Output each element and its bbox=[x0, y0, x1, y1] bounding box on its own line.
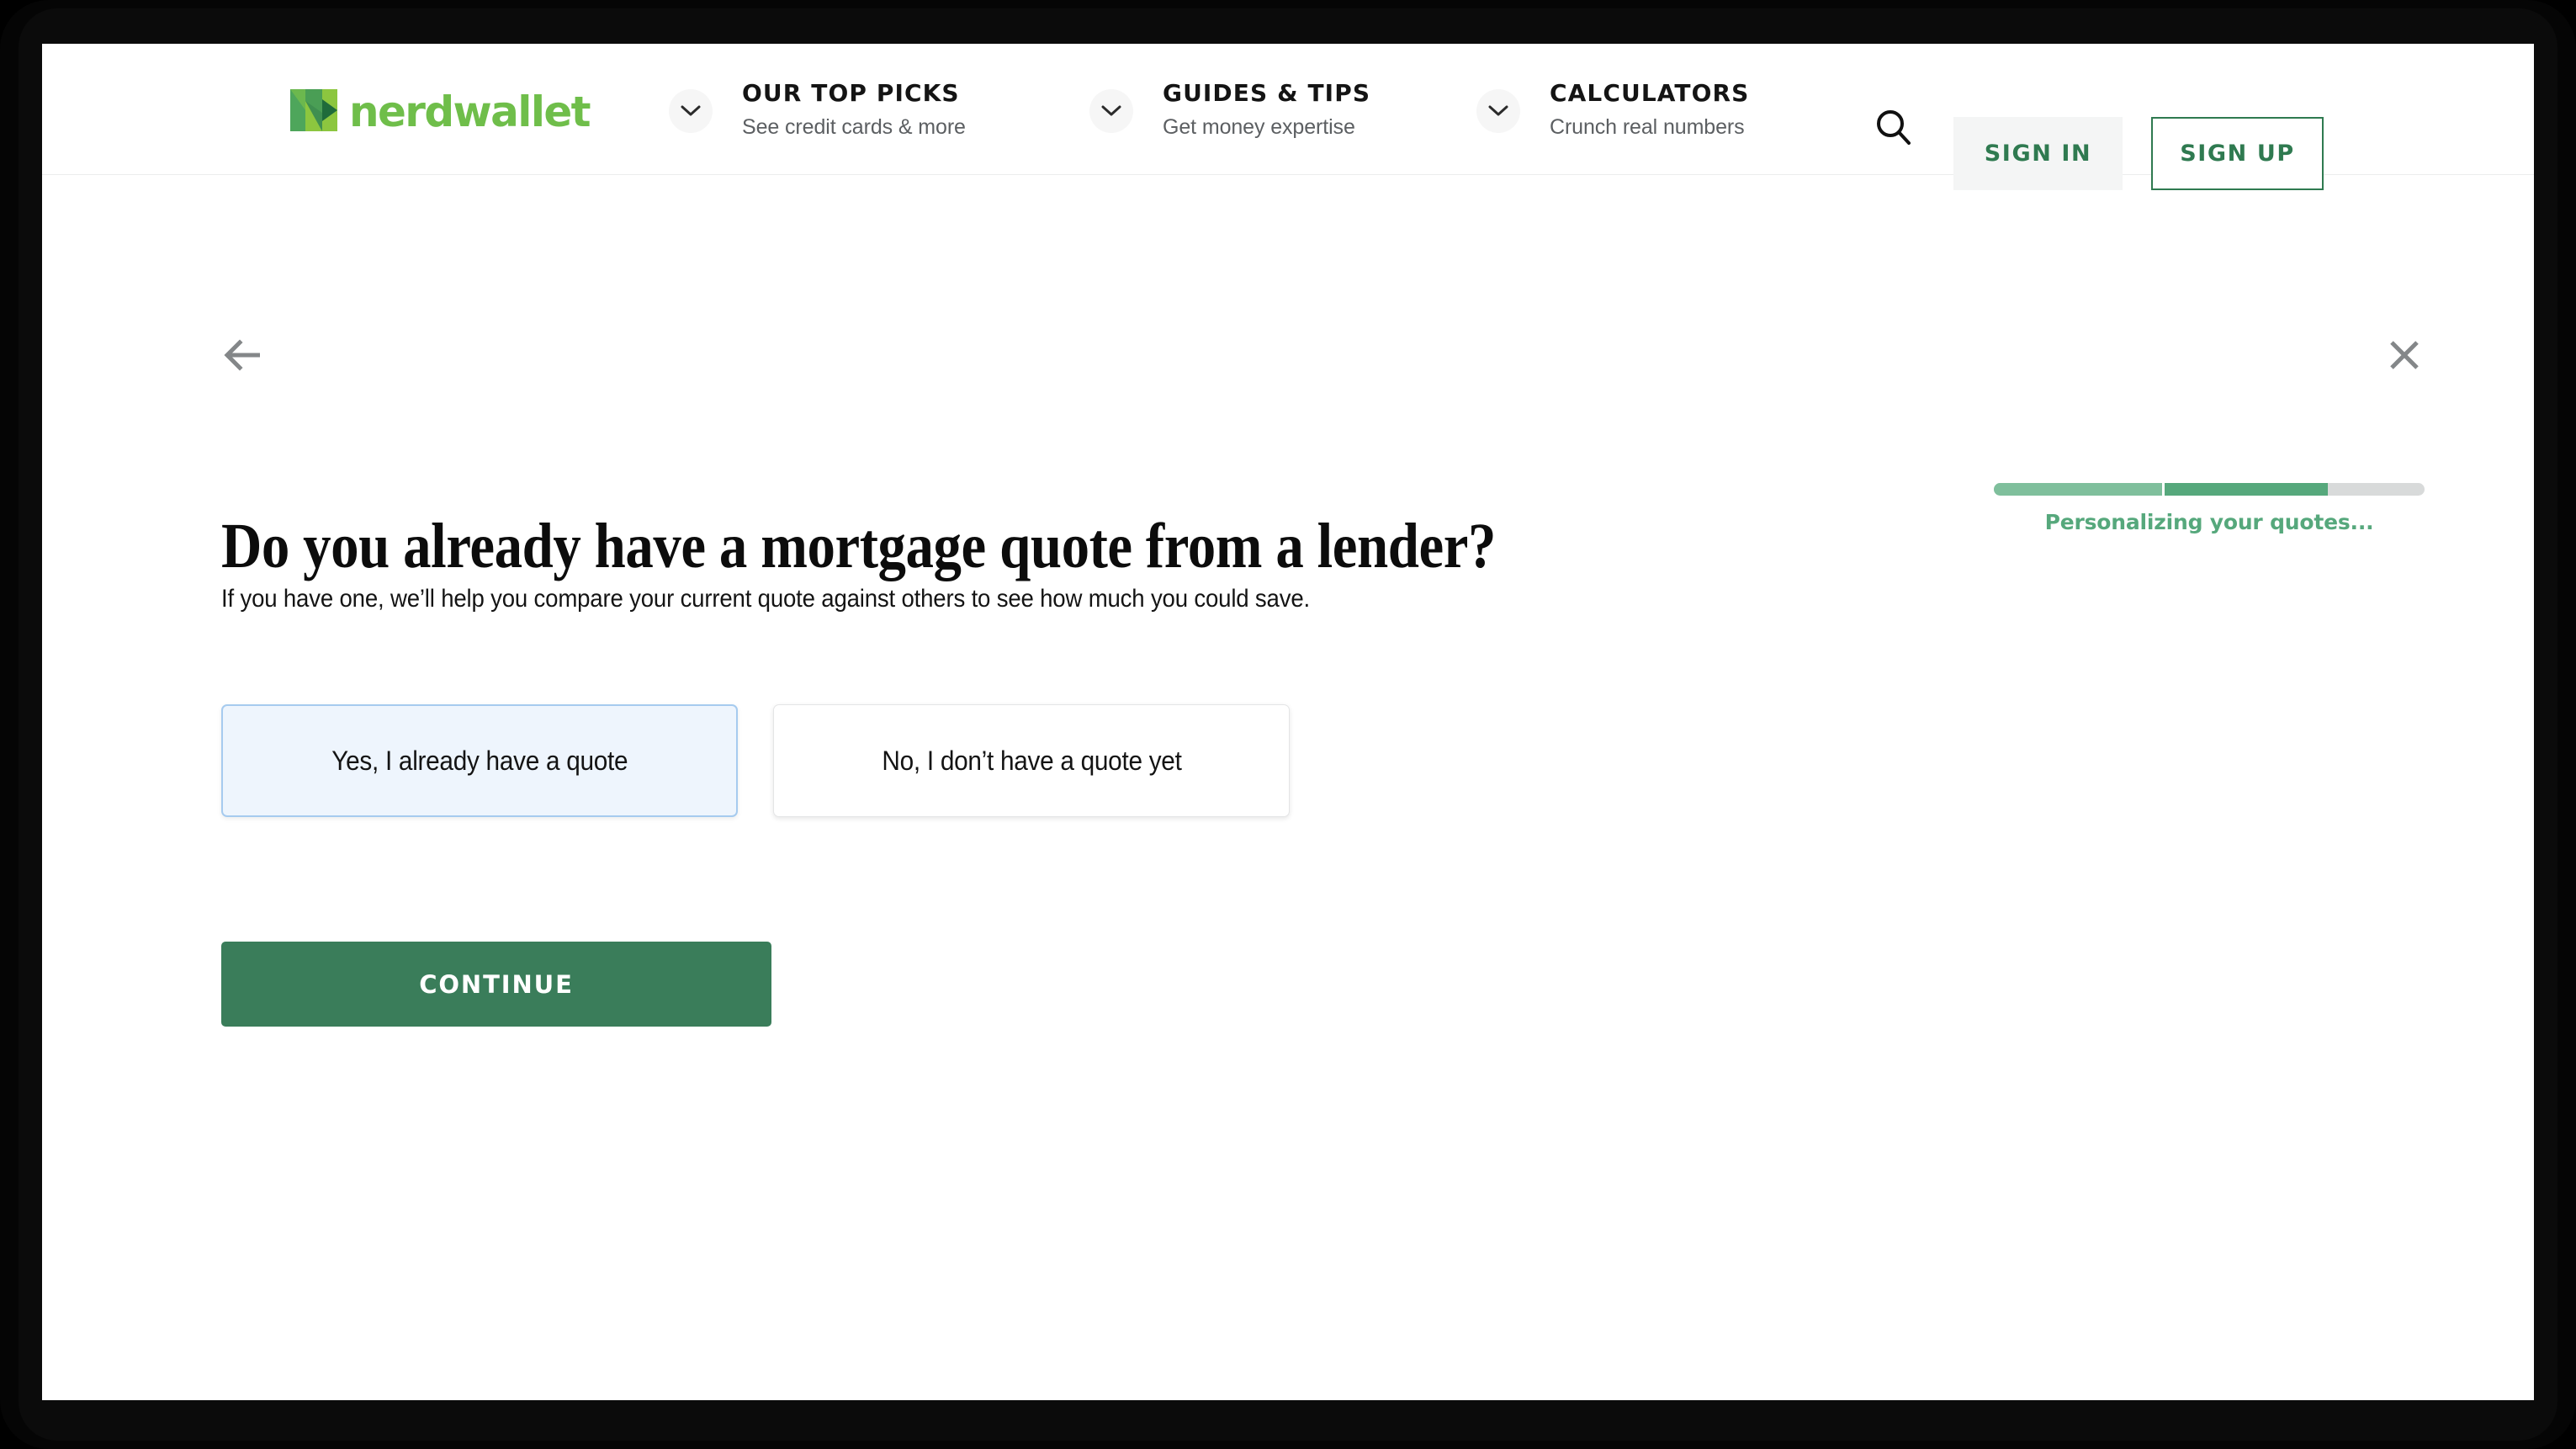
nav-item-guides-and-tips[interactable]: GUIDES & TIPS Get money expertise bbox=[1089, 79, 1371, 140]
progress-track bbox=[1994, 483, 2425, 496]
sign-up-button[interactable]: SIGN UP bbox=[2151, 117, 2324, 190]
nerdwallet-logo[interactable]: nerdwallet bbox=[290, 82, 591, 138]
search-icon[interactable] bbox=[1869, 104, 1918, 152]
sign-in-button[interactable]: SIGN IN bbox=[1953, 117, 2123, 190]
quote-options-group: Yes, I already have a quote No, I don’t … bbox=[221, 704, 1290, 817]
chevron-down-icon-our-top-picks[interactable] bbox=[669, 89, 713, 133]
nerdwallet-wordmark: nerdwallet bbox=[349, 88, 591, 136]
arrow-left-icon bbox=[224, 339, 260, 371]
back-button[interactable] bbox=[216, 327, 272, 383]
option-yes-have-quote[interactable]: Yes, I already have a quote bbox=[221, 704, 738, 817]
page-title: Do you already have a mortgage quote fro… bbox=[221, 510, 1497, 581]
chevron-down-icon-calculators[interactable] bbox=[1476, 89, 1520, 133]
page-subtitle: If you have one, we’ll help you compare … bbox=[221, 585, 1310, 613]
continue-button[interactable]: CONTINUE bbox=[221, 942, 771, 1027]
progress-segment-2 bbox=[2164, 483, 2329, 496]
nav-title-guides-and-tips: GUIDES & TIPS bbox=[1163, 79, 1371, 107]
site-header: nerdwallet OUR TOP PICKS See credit card… bbox=[42, 44, 2534, 190]
page-surface: nerdwallet OUR TOP PICKS See credit card… bbox=[42, 44, 2534, 1400]
option-no-quote-yet[interactable]: No, I don’t have a quote yet bbox=[773, 704, 1290, 817]
nav-subtitle-calculators: Crunch real numbers bbox=[1550, 114, 1745, 139]
nav-subtitle-guides-and-tips: Get money expertise bbox=[1163, 114, 1355, 139]
nav-title-our-top-picks: OUR TOP PICKS bbox=[742, 79, 960, 107]
option-yes-label: Yes, I already have a quote bbox=[331, 745, 628, 776]
nav-title-calculators: CALCULATORS bbox=[1550, 79, 1750, 107]
option-no-label: No, I don’t have a quote yet bbox=[881, 745, 1182, 776]
progress-indicator: Personalizing your quotes... bbox=[1994, 483, 2425, 534]
nav-item-our-top-picks[interactable]: OUR TOP PICKS See credit cards & more bbox=[669, 79, 966, 140]
close-icon bbox=[2390, 341, 2419, 369]
nav-subtitle-our-top-picks: See credit cards & more bbox=[742, 114, 966, 139]
device-bezel: nerdwallet OUR TOP PICKS See credit card… bbox=[0, 0, 2576, 1449]
nav-item-calculators[interactable]: CALCULATORS Crunch real numbers bbox=[1476, 79, 1750, 140]
nerdwallet-n-icon bbox=[290, 89, 337, 131]
progress-label: Personalizing your quotes... bbox=[2044, 510, 2374, 534]
chevron-down-icon-guides-and-tips[interactable] bbox=[1089, 89, 1133, 133]
close-button[interactable] bbox=[2377, 327, 2432, 383]
progress-segment-1 bbox=[1994, 483, 2162, 496]
